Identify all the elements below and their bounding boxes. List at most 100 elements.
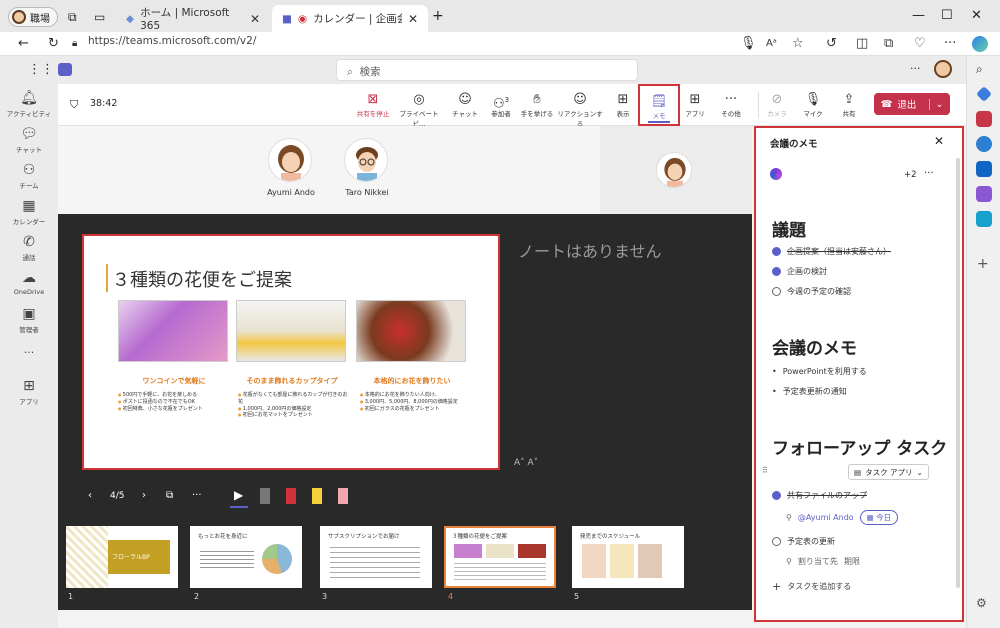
checked-icon[interactable] [772,267,781,276]
eraser-icon[interactable] [338,488,348,504]
favorite-icon[interactable]: ☆ [792,36,804,51]
settings-more-icon[interactable]: ··· [944,36,956,51]
back-icon[interactable]: ← [18,36,29,51]
slide-thumbnail[interactable]: サブスクリプションでお届け [320,526,432,588]
rail-item-chat[interactable]: 💬︎ チャット [0,126,58,154]
pen-red-icon[interactable] [286,488,296,504]
tab-home[interactable]: ◆ ホーム | Microsoft 365 ✕ [116,5,270,32]
sync-icon[interactable]: ↺ [826,36,837,51]
highlighter-icon[interactable] [312,488,322,504]
slide-thumbnail[interactable]: もっとお花を身近に [190,526,302,588]
tools-icon[interactable] [976,111,992,127]
rail-item-teams[interactable]: ⚇ チーム [0,162,58,190]
copilot-app-icon[interactable] [976,136,992,152]
notes-more-icon[interactable]: ··· [924,168,934,179]
send-icon[interactable] [976,211,992,227]
unchecked-icon[interactable] [772,287,781,296]
close-tab-icon[interactable]: ✕ [250,12,260,26]
copilot-icon[interactable] [972,36,988,52]
tab-actions-icon[interactable]: ▭ [94,10,105,24]
due-badge[interactable]: ▦ 今日 [859,510,899,525]
private-view-button[interactable]: ◎ プライベートビ... [396,92,442,128]
close-tab-icon[interactable]: ✕ [408,12,418,26]
new-tab-button[interactable]: + [432,8,444,24]
task-app-button[interactable]: ▤ タスク アプリ ⌄ [848,464,929,480]
tag-icon[interactable] [976,86,992,102]
user-avatar[interactable] [934,60,952,78]
font-size-controls[interactable]: A˄ A˅ [514,458,538,468]
add-task-button[interactable]: + タスクを追加する [772,580,851,593]
minimize-button[interactable]: — [912,8,925,23]
outlook-icon[interactable] [976,161,992,177]
thumb-caption: もっとお花を身近に [198,534,248,540]
participant-avatar[interactable] [268,138,312,182]
add-sidebar-icon[interactable]: + [977,256,989,272]
profile-button[interactable]: 職場 [8,7,58,27]
lock-icon[interactable]: 🔒︎ [72,38,77,49]
workspaces-icon[interactable]: ⧉ [68,10,77,25]
read-aloud-icon[interactable]: Aᵃ [766,38,777,49]
rail-item-more[interactable]: ··· [0,346,58,359]
bullet-item: 3,000円、5,000円、8,000円の価格設定 [360,399,458,405]
followup-task[interactable]: 予定表の更新 [772,536,835,547]
column-heading: そのまま飾れるカップタイプ [246,377,338,385]
pen-black-icon[interactable] [260,488,270,504]
search-input[interactable]: ⌕ 検索 [336,59,638,81]
participant-avatar[interactable] [344,138,388,182]
slide-thumbnail[interactable]: 発売までのスケジュール [572,526,684,588]
unchecked-icon[interactable] [772,537,781,546]
more-icon[interactable]: ··· [192,490,202,501]
rail-item-onedrive[interactable]: ☁ OneDrive [0,270,58,296]
mic-icon[interactable]: 🎙︎ [740,36,757,51]
checked-icon[interactable] [772,491,781,500]
drag-handle-icon[interactable]: ⠿ [762,466,768,475]
agenda-item[interactable]: 企画の検討 [772,266,827,277]
rail-item-calendar[interactable]: ▦ カレンダー [0,198,58,226]
task-assignee[interactable]: @Ayumi Ando [798,513,854,522]
split-screen-icon[interactable]: ◫ [856,36,868,51]
next-slide-icon[interactable]: › [142,490,146,501]
task-assignee[interactable]: 割り当て先 [798,556,838,567]
tab-calendar[interactable]: ■ ◉ カレンダー | 企画会議 | Micros ✕ [272,5,428,32]
grid-view-icon[interactable]: ⧉ [166,490,173,501]
shield-icon[interactable]: ⛉ [70,98,78,112]
followup-task[interactable]: 共有ファイルのアップ [772,490,867,501]
search-icon[interactable]: ⌕ [976,62,983,77]
prev-slide-icon[interactable]: ‹ [88,490,92,501]
rail-item-admin[interactable]: ▣ 管理者 [0,306,58,334]
agenda-item[interactable]: 今週の予定の確認 [772,286,851,297]
notes-scrollbar[interactable] [956,158,960,588]
slide-thumbnail[interactable]: フローラルBP [66,526,178,588]
phone-icon: ✆ [23,234,35,250]
leave-button[interactable]: ☎ 退出 ⌄ [874,93,950,115]
extensions-icon[interactable]: ♡ [914,36,926,51]
toolbar-label: 参加者 [491,110,511,118]
maximize-button[interactable]: ☐ [941,8,953,23]
agenda-item[interactable]: 企画提案（担当は安藤さん） [772,246,891,257]
chevron-down-icon[interactable]: ⌄ [929,98,943,110]
collections-icon[interactable]: ⧉ [884,36,893,51]
stop-share-button[interactable]: ⊠ 共有を停止 [350,92,396,118]
sidebar-settings-icon[interactable]: ⚙ [976,596,987,610]
pointer-tool-icon[interactable]: ▶ [234,488,244,504]
designer-icon[interactable] [976,186,992,202]
thumb-number: 1 [68,592,74,601]
task-due[interactable]: 期限 [844,556,860,567]
header-more-icon[interactable]: ··· [910,62,921,75]
share-button[interactable]: ⇪ 共有 [826,92,872,118]
rail-item-calls[interactable]: ✆ 通話 [0,234,58,262]
react-button[interactable]: ☺ リアクションする [556,92,604,128]
checked-icon[interactable] [772,247,781,256]
slide-thumbnail-selected[interactable]: ３種類の花便をご提案 [444,526,556,588]
toolbar-label: 表示 [616,110,630,118]
url-text[interactable]: https://teams.microsoft.com/v2/ [88,35,256,47]
more-button[interactable]: ··· その他 [708,92,754,118]
refresh-icon[interactable]: ↻ [48,36,59,51]
rail-item-apps[interactable]: ⊞ アプリ [0,378,58,406]
app-launcher-icon[interactable]: ⋮⋮ [28,62,54,77]
raise-hand-button[interactable]: ✋︎ 手を挙げる [514,92,560,118]
close-window-button[interactable]: ✕ [971,8,982,23]
rail-item-activity[interactable]: 🔔︎ アクティビティ [0,90,58,118]
toolbar-label: 共有を停止 [356,110,390,118]
close-icon[interactable]: ✕ [934,134,944,148]
